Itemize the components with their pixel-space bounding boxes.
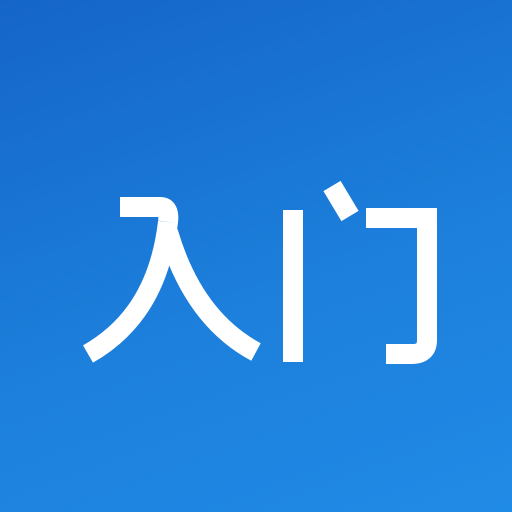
glyph-ru [82, 197, 261, 363]
glyph-artwork [82, 180, 437, 364]
ru-right-sweep [158, 229, 261, 361]
men-top-right-frame [366, 208, 437, 364]
ru-left-sweep [82, 220, 178, 363]
men-dot [323, 180, 359, 222]
app-icon-tile: 入门 [0, 0, 512, 512]
glyph-men [283, 180, 437, 364]
ru-top-hook [120, 197, 179, 224]
